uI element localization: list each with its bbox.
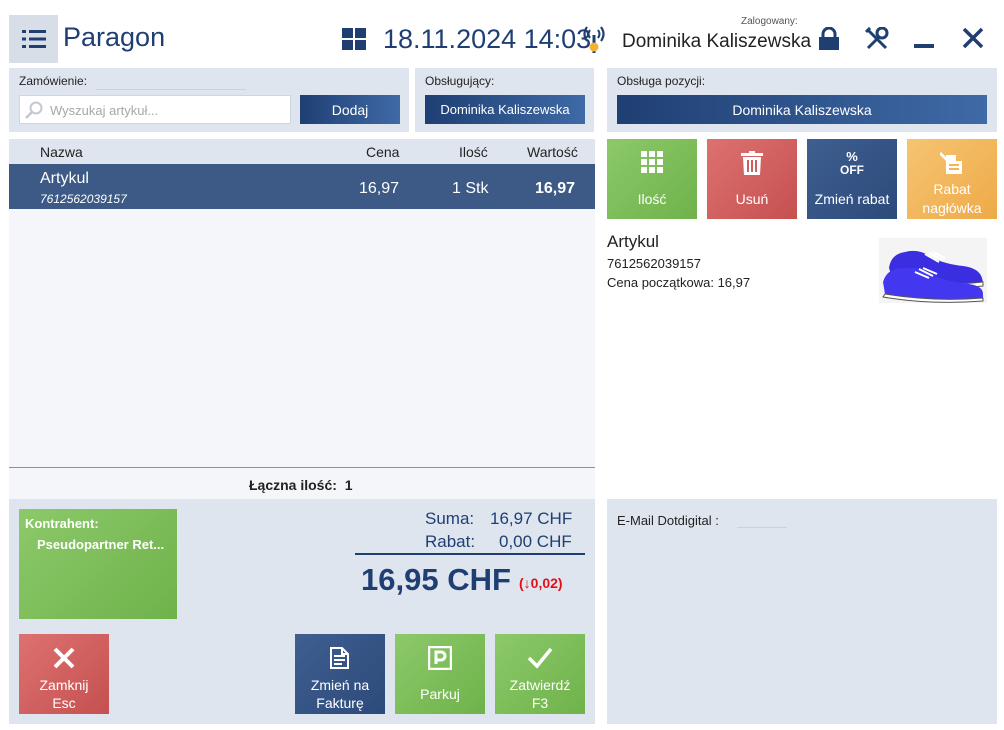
column-header-price: Cena (366, 144, 400, 160)
minimize-icon[interactable] (914, 44, 934, 48)
delete-button-label: Usuń (735, 191, 769, 207)
logged-in-label: Zalogowany: (741, 16, 798, 27)
total-difference: (↓0,02) (519, 575, 563, 591)
row-item-name: Artykul (40, 170, 89, 187)
park-button[interactable]: Parkuj (395, 634, 485, 714)
close-icon[interactable] (962, 27, 984, 54)
discount-label: Rabat: (425, 532, 476, 551)
header-discount-button[interactable]: Rabat nagłówka (907, 139, 997, 219)
header-discount-label-line1: Rabat (933, 181, 971, 197)
order-label: Zamówienie: (19, 74, 88, 88)
sum-label: Suma: (425, 509, 475, 528)
tools-icon[interactable] (864, 26, 889, 56)
position-service-select[interactable]: Dominika Kaliszewska (617, 95, 987, 124)
change-discount-label: Zmień rabat (814, 191, 890, 207)
datetime: 18.11.2024 14:03 (383, 24, 592, 54)
quantity-button-label: Ilość (637, 191, 667, 207)
column-header-name: Nazwa (40, 144, 83, 160)
close-x-icon (53, 647, 75, 669)
row-item-qty: 1 Stk (452, 180, 489, 197)
header-discount-label-line2: nagłówka (922, 200, 982, 216)
add-button[interactable]: Dodaj (300, 95, 400, 124)
sum-value: 16,97 CHF (490, 509, 573, 528)
detail-initial-price: Cena początkowa: 16,97 (607, 275, 751, 290)
close-document-label-line1: Zamknij (39, 677, 89, 693)
percent-icon: % (846, 149, 858, 164)
column-header-value: Wartość (527, 144, 578, 160)
confirm-label-line1: Zatwierdź (509, 677, 571, 693)
contractor-name: Pseudopartner Ret... (37, 537, 165, 552)
search-input[interactable] (50, 102, 282, 119)
row-item-value: 16,97 (535, 180, 576, 197)
divider (355, 553, 585, 555)
delete-button[interactable]: Usuń (707, 139, 797, 219)
detail-item-name: Artykul (607, 232, 659, 251)
total-quantity: Łączna ilość: 1 (249, 477, 353, 493)
attributes-panel (607, 499, 997, 724)
order-underline (96, 89, 246, 90)
grid-icon[interactable] (342, 28, 366, 55)
trash-icon (741, 151, 763, 175)
list-menu-icon (21, 30, 46, 48)
confirm-button[interactable]: Zatwierdź F3 (495, 634, 585, 714)
contractor-label: Kontrahent: (25, 516, 99, 531)
row-item-price: 16,97 (359, 180, 400, 197)
sneaker-icon (882, 250, 984, 303)
document-icon (330, 647, 349, 669)
discount-value: 0,00 CHF (499, 532, 572, 551)
serving-select[interactable]: Dominika Kaliszewska (425, 95, 585, 124)
product-image (879, 238, 987, 303)
user-name: Dominika Kaliszewska (622, 31, 812, 52)
serving-label: Obsługujący: (425, 74, 495, 88)
email-field-label: E-Mail Dotdigital : (617, 513, 719, 528)
checkmark-icon (527, 647, 553, 669)
total-amount: 16,95 CHF (361, 562, 511, 597)
email-field[interactable] (737, 527, 787, 528)
confirm-label-line2: F3 (531, 695, 549, 711)
change-to-invoice-button[interactable]: Zmień na Fakturę (295, 634, 385, 714)
quantity-button[interactable]: Ilość (607, 139, 697, 219)
off-icon: OFF (840, 163, 864, 177)
close-document-button[interactable]: Zamknij Esc (19, 634, 109, 714)
page-title: Paragon (63, 22, 166, 52)
change-to-invoice-label-line1: Zmień na (310, 677, 370, 693)
table-header: Nazwa Cena Ilość Wartość (9, 139, 595, 164)
row-item-code: 7612562039157 (40, 192, 127, 206)
antenna-icon (582, 24, 606, 59)
search-icon (25, 101, 43, 124)
change-discount-button[interactable]: % OFF Zmień rabat (807, 139, 897, 219)
change-to-invoice-label-line2: Fakturę (316, 695, 364, 711)
close-document-label-line2: Esc (52, 695, 76, 711)
column-header-qty: Ilość (459, 144, 488, 160)
divider (9, 467, 595, 468)
parking-icon (428, 646, 452, 670)
detail-item-code: 7612562039157 (607, 256, 701, 271)
park-label: Parkuj (420, 686, 460, 702)
edit-document-icon (940, 152, 962, 174)
menu-button[interactable] (9, 15, 58, 63)
position-service-label: Obsługa pozycji: (617, 74, 706, 88)
keypad-icon (641, 151, 663, 173)
lock-icon[interactable] (818, 26, 840, 56)
